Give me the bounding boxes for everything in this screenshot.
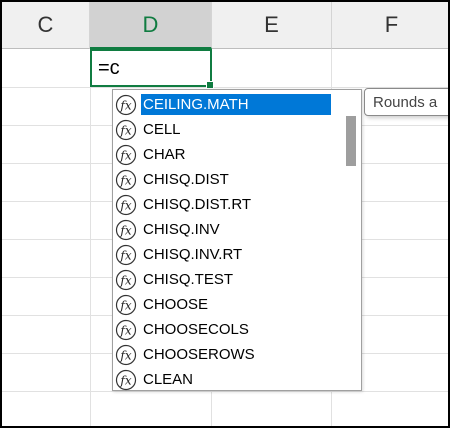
function-fx-icon: fx	[115, 319, 137, 341]
svg-text:fx: fx	[119, 348, 131, 362]
function-fx-icon: fx	[115, 369, 137, 391]
autocomplete-item[interactable]: fx CHISQ.DIST	[115, 167, 337, 192]
function-fx-icon: fx	[115, 94, 137, 116]
svg-text:fx: fx	[119, 173, 131, 187]
svg-text:fx: fx	[119, 373, 131, 387]
autocomplete-item-label: CHISQ.DIST	[143, 171, 229, 188]
autocomplete-item-label: CHISQ.TEST	[143, 271, 234, 288]
svg-text:fx: fx	[119, 198, 131, 212]
svg-text:fx: fx	[119, 248, 131, 262]
svg-text:fx: fx	[119, 123, 131, 137]
function-fx-icon: fx	[115, 294, 137, 316]
svg-text:fx: fx	[119, 223, 131, 237]
function-fx-icon: fx	[115, 269, 137, 291]
autocomplete-item-label: CEILING.MATH	[141, 94, 331, 115]
svg-text:fx: fx	[119, 148, 131, 162]
autocomplete-items: fx CEILING.MATH fx CELL fx CHAR fx CHISQ.DIST fx…	[115, 92, 337, 392]
column-header-d[interactable]: D	[90, 2, 212, 49]
function-fx-icon: fx	[115, 119, 137, 141]
function-fx-icon: fx	[115, 194, 137, 216]
autocomplete-scrollbar[interactable]	[339, 90, 361, 390]
column-header-f[interactable]: F	[332, 2, 448, 49]
tooltip-text: Rounds a	[373, 93, 438, 111]
cell-formula-input[interactable]: =c	[98, 57, 120, 80]
function-fx-icon: fx	[115, 244, 137, 266]
autocomplete-item[interactable]: fx CELL	[115, 117, 337, 142]
autocomplete-item[interactable]: fx CHOOSECOLS	[115, 317, 337, 342]
autocomplete-item-label: CHAR	[143, 146, 186, 163]
autocomplete-item-label: CLEAN	[143, 371, 194, 388]
svg-text:fx: fx	[119, 273, 131, 287]
autocomplete-item[interactable]: fx CLEAN	[115, 367, 337, 392]
autocomplete-item[interactable]: fx CHOOSE	[115, 292, 337, 317]
autocomplete-item-label: CELL	[143, 121, 181, 138]
active-cell-d1[interactable]: =c	[90, 49, 214, 89]
autocomplete-item[interactable]: fx CHISQ.DIST.RT	[115, 192, 337, 217]
svg-text:fx: fx	[119, 98, 131, 112]
autocomplete-item[interactable]: fx CHISQ.TEST	[115, 267, 337, 292]
autocomplete-item[interactable]: fx CEILING.MATH	[115, 92, 337, 117]
autocomplete-item[interactable]: fx CHISQ.INV.RT	[115, 242, 337, 267]
autocomplete-item[interactable]: fx CHISQ.INV	[115, 217, 337, 242]
function-fx-icon: fx	[115, 144, 137, 166]
autocomplete-item-label: CHOOSE	[143, 296, 209, 313]
fill-handle[interactable]	[206, 81, 214, 89]
function-fx-icon: fx	[115, 344, 137, 366]
autocomplete-item[interactable]: fx CHOOSEROWS	[115, 342, 337, 367]
autocomplete-item-label: CHISQ.DIST.RT	[143, 196, 252, 213]
svg-text:fx: fx	[119, 323, 131, 337]
autocomplete-item-label: CHOOSECOLS	[143, 321, 249, 338]
spreadsheet-frame: C D E F =c fx CEILING.MATH fx CELL fx CHAR fx C…	[0, 0, 450, 428]
function-autocomplete-list[interactable]: fx CEILING.MATH fx CELL fx CHAR fx CHISQ.DIST fx…	[112, 89, 362, 391]
grid-line	[90, 49, 91, 426]
autocomplete-item[interactable]: fx CHAR	[115, 142, 337, 167]
column-header-e[interactable]: E	[212, 2, 332, 49]
scrollbar-thumb[interactable]	[346, 116, 356, 166]
column-header-c[interactable]: C	[2, 2, 90, 49]
function-tooltip: Rounds a	[364, 88, 448, 116]
autocomplete-item-label: CHISQ.INV	[143, 221, 220, 238]
svg-text:fx: fx	[119, 298, 131, 312]
function-fx-icon: fx	[115, 169, 137, 191]
autocomplete-item-label: CHOOSEROWS	[143, 346, 255, 363]
autocomplete-item-label: CHISQ.INV.RT	[143, 246, 243, 263]
function-fx-icon: fx	[115, 219, 137, 241]
